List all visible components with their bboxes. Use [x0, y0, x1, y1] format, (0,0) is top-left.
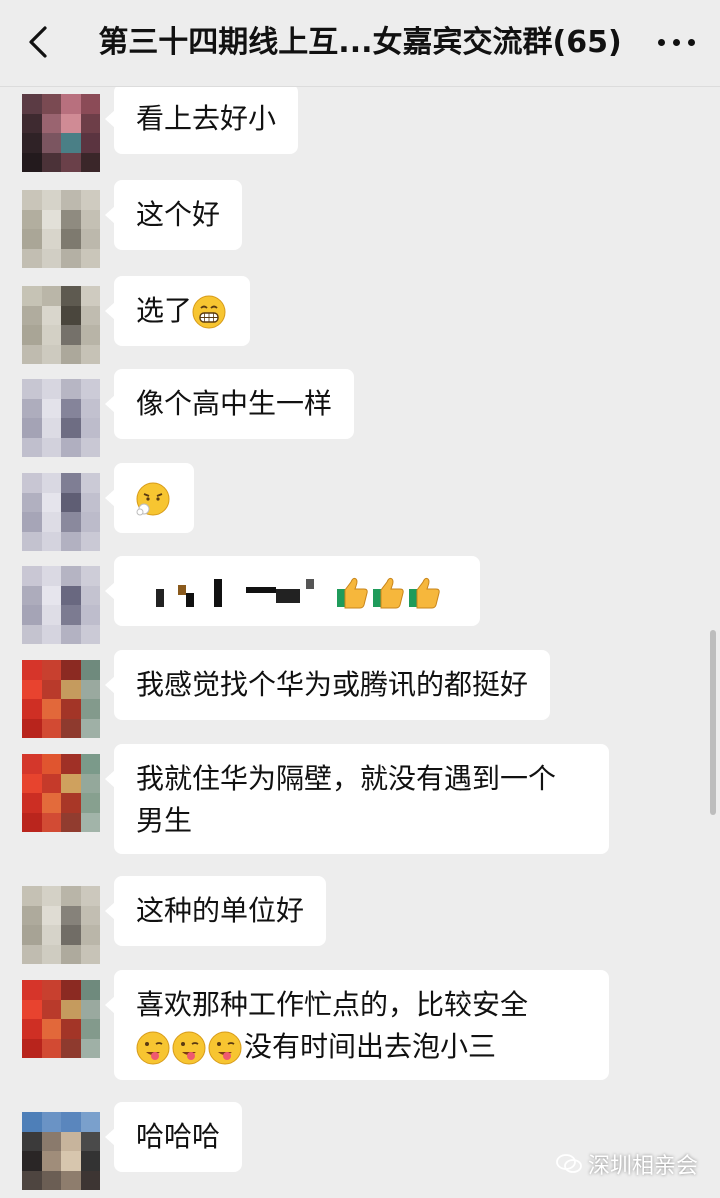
avatar[interactable]: [22, 566, 100, 644]
message-bubble[interactable]: [105, 463, 194, 533]
message-bubble[interactable]: [105, 556, 480, 626]
message-bubble[interactable]: 看上去好小: [104, 87, 299, 154]
wechat-official-account-icon: [556, 1154, 582, 1173]
avatar[interactable]: [22, 1112, 100, 1190]
avatar[interactable]: [22, 473, 100, 551]
scrollbar[interactable]: [710, 630, 716, 815]
message-text: 哈哈哈: [136, 1120, 221, 1153]
sigh-emoji-icon: [136, 482, 170, 516]
chat-title: 第三十四期线上互...女嘉宾交流群(65): [98, 25, 622, 60]
thumbs-up-icon: [408, 577, 440, 609]
avatar[interactable]: [22, 754, 100, 832]
message-bubble[interactable]: 喜欢那种工作忙点的，比较安全 没有时间出去泡小三: [105, 970, 609, 1080]
message-bubble[interactable]: 这种的单位好: [104, 876, 327, 946]
message-text: 这种的单位好: [136, 894, 305, 927]
thumbs-up-icon: [372, 577, 404, 609]
message-text-line: 我就住华为隔壁，就没有遇到一个: [136, 762, 557, 795]
message-text: 没有时间出去泡小三: [244, 1030, 497, 1063]
message-text: 看上去好小: [136, 102, 277, 135]
more-dot: [687, 38, 695, 46]
message-text: 像个高中生一样: [136, 387, 333, 420]
message-bubble[interactable]: 哈哈哈: [104, 1102, 243, 1172]
chevron-left-icon: [29, 26, 47, 58]
avatar[interactable]: [22, 886, 100, 964]
message-list[interactable]: 看上去好小 这个好 选了 像个高中生一样 我感觉找个华为或腾讯的都挺好 我就住华…: [0, 87, 720, 1198]
avatar[interactable]: [22, 190, 100, 268]
message-bubble[interactable]: 我就住华为隔壁，就没有遇到一个 男生: [105, 744, 609, 854]
message-text-line: 喜欢那种工作忙点的，比较安全: [136, 988, 529, 1021]
avatar[interactable]: [22, 286, 100, 364]
message-bubble[interactable]: 选了: [104, 276, 251, 346]
more-dot: [672, 38, 680, 46]
message-bubble[interactable]: 像个高中生一样: [104, 369, 355, 439]
watermark-text: 深圳相亲会: [587, 1154, 698, 1179]
message-text-line-2: 没有时间出去泡小三: [136, 1026, 587, 1068]
grin-emoji-icon: [192, 295, 226, 329]
wink-tongue-emoji-icon: [136, 1031, 170, 1065]
top-bar: 第三十四期线上互...女嘉宾交流群(65): [0, 0, 720, 87]
avatar[interactable]: [22, 660, 100, 738]
wink-tongue-emoji-icon: [208, 1031, 242, 1065]
message-bubble[interactable]: 这个好: [104, 180, 243, 250]
more-button[interactable]: [646, 22, 706, 62]
message-bubble[interactable]: 我感觉找个华为或腾讯的都挺好: [104, 650, 551, 720]
more-dots-icon: [657, 38, 665, 46]
avatar[interactable]: [22, 94, 100, 172]
message-text-line: 男生: [136, 804, 193, 837]
message-text: 这个好: [136, 198, 221, 231]
thumbs-up-icon: [336, 577, 368, 609]
obscured-text: [136, 575, 326, 609]
avatar[interactable]: [22, 379, 100, 457]
avatar[interactable]: [22, 980, 100, 1058]
back-button[interactable]: [18, 22, 58, 62]
watermark: 深圳相亲会: [556, 1148, 698, 1180]
wink-tongue-emoji-icon: [172, 1031, 206, 1065]
message-text: 我感觉找个华为或腾讯的都挺好: [136, 668, 529, 701]
message-text: 选了: [136, 294, 193, 327]
